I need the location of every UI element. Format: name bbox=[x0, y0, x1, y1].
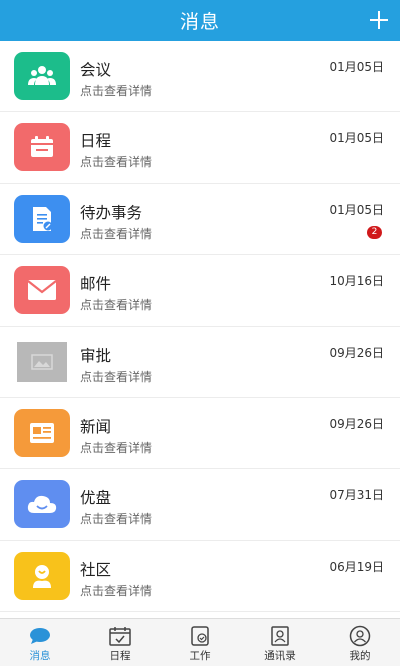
message-subtitle: 点击查看详情 bbox=[80, 369, 153, 384]
message-date: 01月05日 bbox=[329, 60, 384, 74]
message-subtitle: 点击查看详情 bbox=[80, 226, 153, 241]
message-subtitle: 点击查看详情 bbox=[80, 84, 153, 98]
message-item-news[interactable]: 新闻 点击查看详情 09月26日 bbox=[0, 397, 400, 470]
message-title: 邮件 bbox=[80, 275, 112, 294]
message-title: 优盘 bbox=[80, 489, 112, 508]
top-bar: 消息 bbox=[0, 0, 400, 41]
calendar-icon bbox=[14, 123, 70, 172]
tab-label: 通讯录 bbox=[264, 650, 296, 662]
community-person-icon bbox=[14, 551, 70, 600]
message-title: 新闻 bbox=[80, 417, 112, 436]
message-item-todo[interactable]: 待办事务 点击查看详情 01月05日 2 bbox=[0, 183, 400, 256]
contacts-book-icon bbox=[268, 625, 292, 647]
message-date: 07月31日 bbox=[329, 488, 384, 503]
tab-schedule[interactable]: 日程 bbox=[80, 619, 160, 666]
tab-contacts[interactable]: 通讯录 bbox=[240, 619, 320, 666]
message-title: 待办事务 bbox=[80, 203, 143, 222]
message-title: 审批 bbox=[80, 346, 112, 365]
envelope-icon bbox=[14, 266, 70, 315]
message-item-mail[interactable]: 邮件 点击查看详情 10月16日 bbox=[0, 255, 400, 327]
newspaper-icon bbox=[14, 408, 70, 457]
message-subtitle: 点击查看详情 bbox=[80, 583, 153, 598]
user-profile-icon bbox=[348, 625, 372, 647]
message-title: 社区 bbox=[80, 560, 112, 579]
work-checklist-icon bbox=[188, 625, 212, 647]
tab-me[interactable]: 我的 bbox=[320, 619, 400, 666]
message-subtitle: 点击查看详情 bbox=[80, 155, 153, 170]
message-title: 会议 bbox=[80, 61, 112, 79]
message-item-schedule[interactable]: 日程 点击查看详情 01月05日 bbox=[0, 112, 400, 184]
message-item-community[interactable]: 社区 点击查看详情 06月19日 bbox=[0, 540, 400, 613]
tab-label: 消息 bbox=[29, 650, 51, 662]
message-item-meeting[interactable]: 会议 点击查看详情 01月05日 bbox=[0, 41, 400, 113]
message-title: 日程 bbox=[80, 132, 112, 151]
chat-bubble-icon bbox=[28, 625, 52, 647]
cloud-icon bbox=[14, 480, 70, 529]
tab-messages[interactable]: 消息 bbox=[0, 619, 80, 666]
add-plus-icon[interactable] bbox=[368, 7, 390, 33]
message-date: 09月26日 bbox=[329, 416, 384, 431]
tab-label: 工作 bbox=[189, 650, 211, 662]
tab-label: 我的 bbox=[349, 650, 371, 662]
tab-label: 日程 bbox=[109, 650, 131, 662]
bottom-tab-bar: 消息 日程 工作 通讯录 我的 bbox=[0, 618, 400, 666]
message-date: 10月16日 bbox=[329, 274, 384, 289]
message-subtitle: 点击查看详情 bbox=[80, 440, 153, 455]
message-list: 会议 点击查看详情 01月05日 日程 点击查看详情 01月05日 待办事务 点… bbox=[0, 41, 400, 613]
message-item-approval[interactable]: 审批 点击查看详情 09月26日 bbox=[0, 326, 400, 398]
message-date: 09月26日 bbox=[329, 345, 384, 360]
todo-document-icon bbox=[14, 194, 70, 243]
message-date: 06月19日 bbox=[329, 559, 384, 574]
message-subtitle: 点击查看详情 bbox=[80, 298, 153, 313]
image-placeholder-icon bbox=[17, 341, 67, 382]
unread-count-badge: 2 bbox=[367, 225, 382, 239]
app-screen: 消息 会议 点击查看详情 01月05日 日程 点击查看详情 01月05日 待办事… bbox=[0, 0, 400, 666]
page-title: 消息 bbox=[179, 11, 220, 33]
calendar-check-icon bbox=[108, 625, 132, 647]
message-date: 01月05日 bbox=[329, 131, 384, 146]
people-group-icon bbox=[14, 52, 70, 100]
tab-work[interactable]: 工作 bbox=[160, 619, 240, 666]
message-subtitle: 点击查看详情 bbox=[80, 512, 153, 527]
message-date: 01月05日 bbox=[329, 202, 384, 217]
message-item-drive[interactable]: 优盘 点击查看详情 07月31日 bbox=[0, 469, 400, 541]
